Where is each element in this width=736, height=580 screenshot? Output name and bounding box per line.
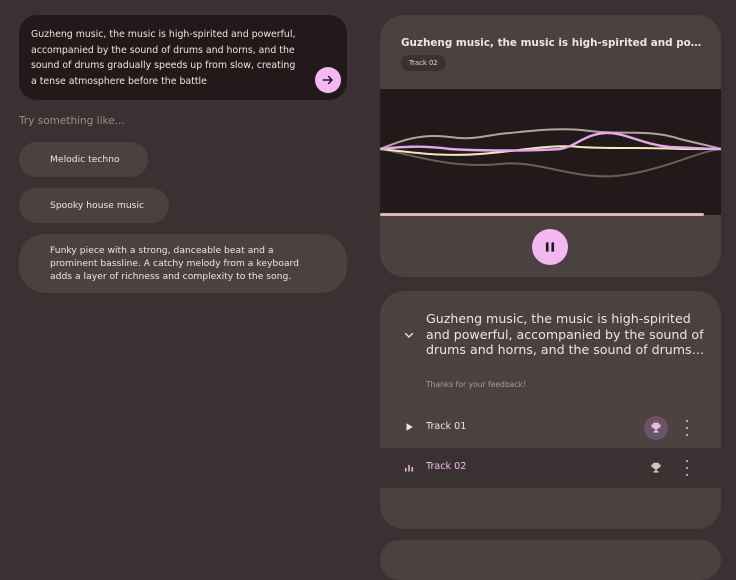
prompt-text[interactable]: Guzheng music, the music is high-spirite… [31,27,297,89]
pause-icon [545,242,555,252]
favorite-button[interactable] [644,456,668,480]
suggestion-chip[interactable]: Funky piece with a strong, danceable bea… [19,234,347,293]
track-row[interactable]: Track 02 [380,448,721,488]
suggestion-chip[interactable]: Spooky house music [19,188,169,223]
play-icon [406,423,413,431]
trophy-icon [651,462,661,473]
track-row[interactable]: Track 01 [380,408,721,448]
suggestion-chip[interactable]: Melodic techno [19,142,148,177]
track-badge: Track 02 [401,55,446,71]
waveform [380,89,721,215]
more-options-button[interactable] [680,420,694,436]
track-name: Track 01 [426,421,467,432]
favorite-button[interactable] [644,416,668,440]
chevron-down-icon[interactable] [403,329,415,341]
pause-button[interactable] [532,229,568,265]
send-button[interactable] [315,67,341,93]
suggestions-label: Try something like... [19,115,125,127]
equalizer-icon [405,465,413,472]
arrow-right-icon [322,75,333,85]
feedback-text: Thanks for your feedback! [426,380,526,389]
result-prompt: Guzheng music, the music is high-spirite… [426,311,705,357]
prompt-input[interactable]: Guzheng music, the music is high-spirite… [19,15,347,100]
track-name: Track 02 [426,461,467,472]
player-title: Guzheng music, the music is high-spirite… [401,37,706,49]
now-playing-indicator [402,460,416,474]
results-card: Guzheng music, the music is high-spirite… [380,291,721,529]
next-results-card [380,540,721,580]
trophy-icon [651,422,661,433]
play-button[interactable] [402,420,416,434]
more-options-button[interactable] [680,460,694,476]
player-card: Guzheng music, the music is high-spirite… [380,15,721,277]
progress-bar[interactable] [380,213,704,216]
more-vert-icon [685,460,689,463]
more-vert-icon [685,420,689,423]
